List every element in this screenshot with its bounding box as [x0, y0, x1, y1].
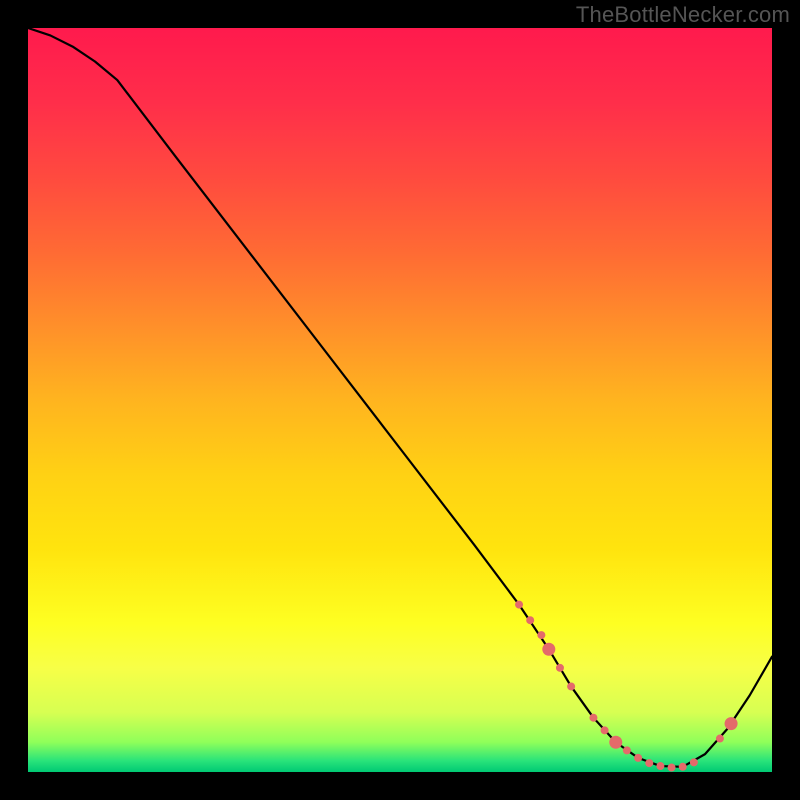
marker-point [656, 762, 664, 770]
marker-point [601, 726, 609, 734]
marker-point [725, 717, 738, 730]
marker-point [634, 754, 642, 762]
marker-point [690, 758, 698, 766]
watermark-text: TheBottleNecker.com [576, 2, 790, 28]
marker-point [623, 746, 631, 754]
marker-point [542, 643, 555, 656]
marker-point [609, 736, 622, 749]
gradient-background [28, 28, 772, 772]
marker-point [556, 664, 564, 672]
marker-point [515, 601, 523, 609]
marker-point [537, 631, 545, 639]
marker-point [567, 682, 575, 690]
chart-frame: TheBottleNecker.com [0, 0, 800, 800]
marker-point [526, 616, 534, 624]
marker-point [679, 763, 687, 771]
chart-svg [28, 28, 772, 772]
marker-point [645, 759, 653, 767]
marker-point [668, 764, 676, 772]
marker-point [716, 735, 724, 743]
plot-area [28, 28, 772, 772]
marker-point [589, 714, 597, 722]
